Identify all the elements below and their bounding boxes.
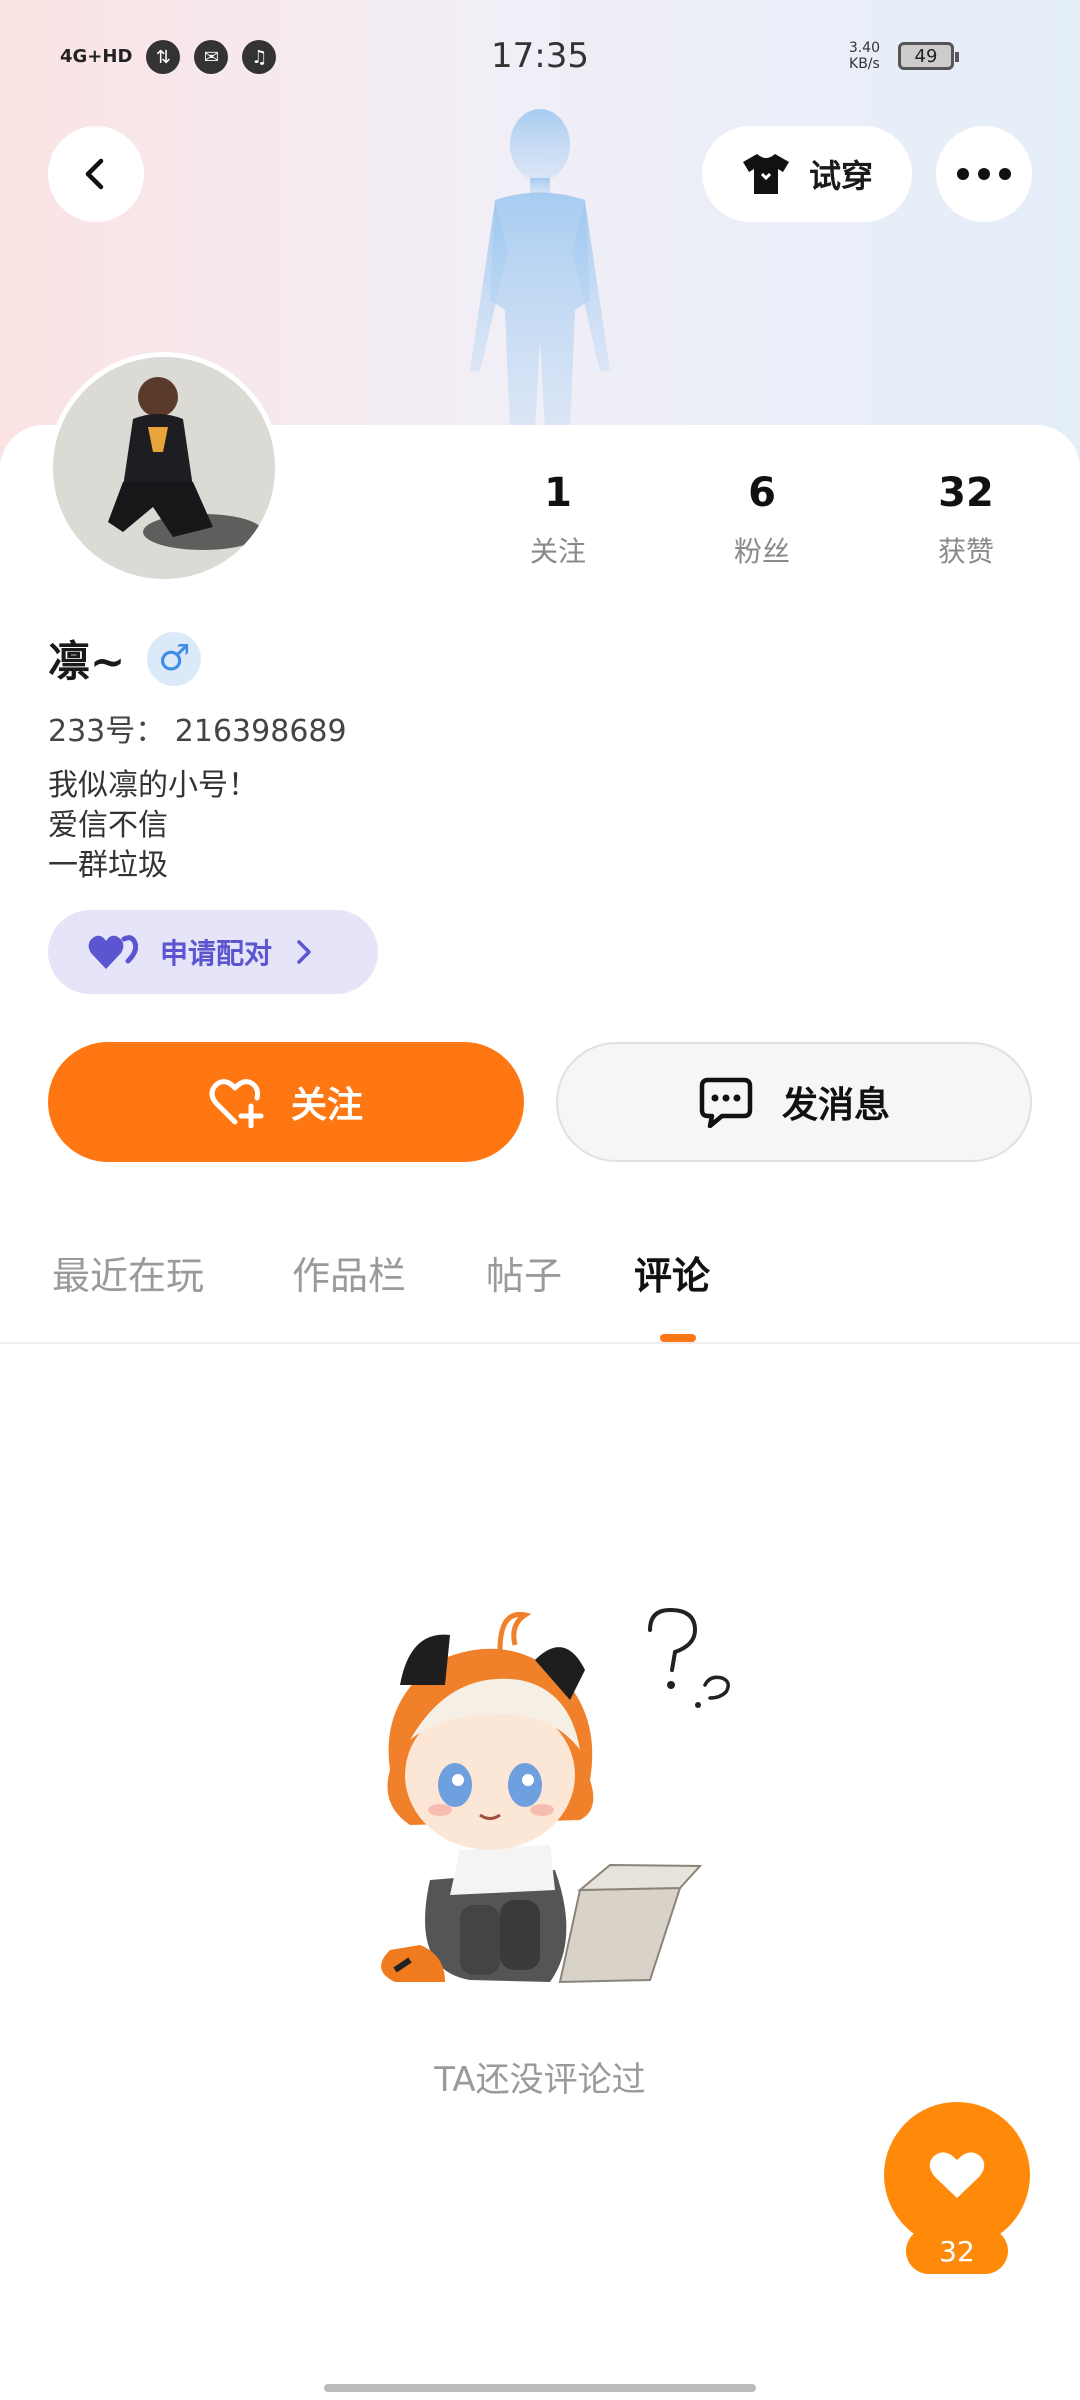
user-avatar[interactable] [48, 352, 280, 584]
stat-likes-value: 32 [938, 470, 994, 516]
stat-likes-label: 获赞 [937, 535, 994, 568]
chevron-left-icon [85, 158, 104, 190]
apply-pairing-button[interactable]: 申请配对 [48, 910, 378, 994]
bio-line: 一群垃圾 [48, 848, 168, 883]
heart-icon [929, 2152, 985, 2198]
stat-following[interactable]: 1 关注 [488, 470, 628, 570]
user-id[interactable]: 233号： 216398689 [48, 706, 347, 750]
more-dots-icon [957, 168, 1011, 180]
username: 凛~ [48, 637, 126, 686]
bio-line: 爱信不信 [48, 808, 168, 843]
back-button[interactable] [48, 126, 144, 222]
tab-comments[interactable]: 评论 [634, 1245, 710, 1300]
empty-state-text: TA还没评论过 [434, 2060, 646, 2100]
network-speed: 3.40 KB/s [849, 40, 880, 72]
avatar-hologram-figure [470, 109, 610, 430]
try-on-button[interactable]: 试穿 [702, 126, 912, 222]
more-options-button[interactable] [936, 126, 1032, 222]
empty-state-illustration [381, 1607, 730, 1984]
stat-following-label: 关注 [529, 535, 586, 568]
stat-followers-value: 6 [748, 470, 776, 516]
chevron-right-icon [297, 940, 311, 964]
status-right: 3.40 KB/s 49 [849, 40, 959, 72]
tab-divider [0, 1342, 1080, 1344]
send-message-label: 发消息 [781, 1085, 890, 1126]
follow-label: 关注 [290, 1085, 363, 1126]
tshirt-icon [742, 154, 789, 194]
home-indicator[interactable] [324, 2384, 756, 2392]
apply-pairing-label: 申请配对 [160, 937, 273, 970]
name-row: 凛~ ♂ [48, 628, 202, 689]
send-message-button[interactable]: 发消息 [556, 1042, 1032, 1162]
active-tab-indicator [660, 1334, 696, 1342]
tab-posts[interactable]: 帖子 [486, 1245, 562, 1300]
male-gender-icon: ♂ [147, 631, 202, 686]
tab-works[interactable]: 作品栏 [292, 1245, 406, 1300]
stat-likes[interactable]: 32 获赞 [896, 470, 1036, 570]
tab-recently-played[interactable]: 最近在玩 [52, 1245, 204, 1300]
network-speed-unit: KB/s [849, 56, 880, 72]
follow-button[interactable]: 关注 [48, 1042, 524, 1162]
battery-icon: 49 [898, 42, 959, 70]
paired-hearts-icon [88, 935, 138, 969]
user-bio: 我似凛的小号！ 爱信不信 一群垃圾 [48, 766, 258, 886]
stat-followers-label: 粉丝 [733, 535, 790, 568]
like-floating-button[interactable] [884, 2102, 1030, 2248]
like-count-badge: 32 [906, 2228, 1008, 2274]
heart-plus-icon [209, 1079, 264, 1128]
network-speed-value: 3.40 [848, 40, 880, 56]
stat-followers[interactable]: 6 粉丝 [692, 470, 832, 570]
bio-line: 我似凛的小号！ [48, 768, 258, 803]
battery-level: 49 [914, 45, 938, 67]
stat-following-value: 1 [544, 470, 572, 516]
try-on-label: 试穿 [808, 157, 873, 195]
chat-bubble-icon [699, 1077, 753, 1128]
avatar-image [53, 357, 275, 579]
